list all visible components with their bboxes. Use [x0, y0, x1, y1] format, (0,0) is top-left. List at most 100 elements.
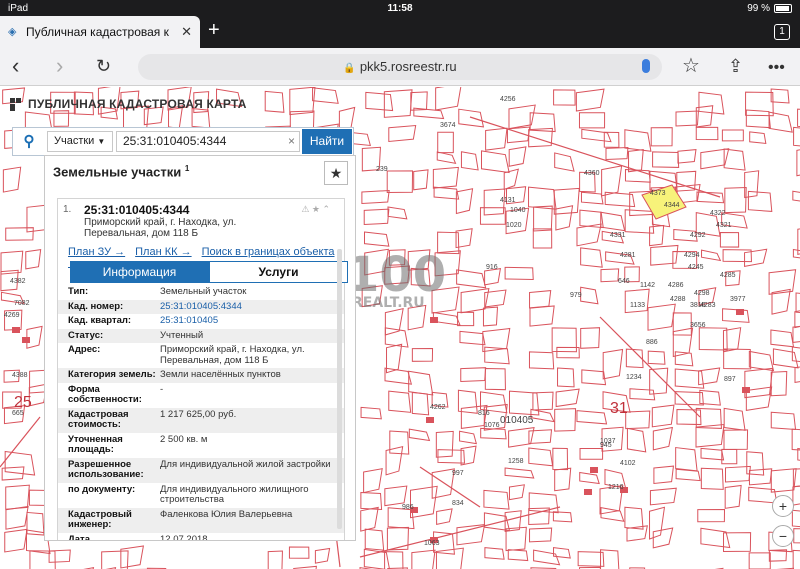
parcel-shape — [386, 170, 414, 194]
parcel-shape — [576, 410, 608, 425]
parcel-shape — [508, 484, 525, 501]
parcel-shape — [507, 549, 529, 562]
info-value: Для индивидуальной жилой застройки — [160, 458, 331, 470]
microphone-icon[interactable] — [642, 59, 650, 73]
parcel-shape — [600, 506, 625, 522]
parcel-shape — [384, 485, 408, 507]
parcel-shape — [624, 129, 652, 152]
panel-title: Земельные участки 1 — [53, 164, 189, 179]
parcel-shape — [792, 549, 800, 569]
parcel-shape — [483, 512, 511, 532]
parcel-shape — [408, 428, 431, 442]
parcel-shape — [672, 312, 692, 336]
info-value: Приморский край, г. Находка, ул. Перевал… — [160, 344, 305, 366]
parcel-shape — [388, 390, 412, 413]
battery-icon — [774, 3, 792, 13]
more-icon[interactable]: ••• — [768, 56, 785, 80]
parcel-card: 1. 25:31:010405:4344 Приморский край, г.… — [57, 198, 348, 540]
map-label: 4360 — [584, 170, 600, 177]
forward-icon[interactable]: › — [56, 54, 63, 78]
parcel-shape — [456, 269, 487, 289]
parcel-shape — [484, 547, 505, 560]
panel-title-sup: 1 — [184, 164, 190, 173]
parcel-shape — [722, 249, 752, 263]
find-button[interactable]: Найти — [302, 129, 352, 154]
card-cadastral-number: 25:31:010405:4344 — [84, 203, 190, 217]
link-plan-kk[interactable]: План КК → — [135, 246, 191, 258]
parcel-shape — [385, 446, 404, 476]
parcel-shape — [459, 330, 486, 346]
url-text: pkk5.rosreestr.ru — [359, 59, 457, 74]
parcel-shape — [581, 369, 607, 386]
map-label: 816 — [478, 410, 490, 417]
parcel-shape — [433, 186, 460, 200]
parcel-shape — [580, 327, 601, 349]
map-label: 1063 — [424, 540, 440, 547]
parcel-shape — [579, 209, 604, 229]
parcel-shape — [460, 151, 479, 171]
map-label: 4331 — [610, 232, 626, 239]
parcel-shape — [533, 205, 553, 232]
zoom-out-button[interactable]: − — [772, 525, 794, 547]
parcel-shape — [701, 249, 722, 262]
parcel-shape — [551, 327, 577, 353]
scrollbar[interactable] — [337, 249, 342, 529]
parcel-shape — [580, 191, 604, 205]
reload-icon[interactable]: ↻ — [96, 54, 111, 78]
parcel-shape — [389, 430, 410, 455]
panel-title-text: Земельные участки — [53, 164, 182, 180]
search-input[interactable]: 25:31:010405:4344 × — [116, 131, 300, 152]
parcel-mark — [22, 337, 30, 343]
parcel-shape — [744, 367, 774, 399]
parcel-shape — [435, 87, 462, 111]
search-icon[interactable]: ⚲ — [13, 128, 45, 155]
parcel-shape — [485, 127, 508, 151]
info-key: Кад. квартал: — [68, 315, 132, 326]
parcel-shape — [387, 206, 408, 220]
new-tab-button[interactable]: + — [208, 19, 220, 42]
map-label: 1234 — [626, 374, 642, 381]
app-title: ПУБЛИЧНАЯ КАДАСТРОВАЯ КАРТА — [28, 97, 247, 111]
favorite-star-button[interactable]: ★ — [324, 161, 348, 185]
parcel-shape — [411, 549, 436, 569]
clear-icon[interactable]: × — [288, 132, 295, 151]
share-icon[interactable]: ⇪ — [728, 54, 743, 78]
map-label: 986 — [402, 504, 414, 511]
map-label: 979 — [570, 292, 582, 299]
tab-count-button[interactable]: 1 — [774, 24, 790, 40]
info-value[interactable]: 25:31:010405:4344 — [160, 301, 340, 313]
parcel-shape — [289, 87, 316, 116]
close-tab-icon[interactable]: ✕ — [181, 24, 192, 40]
zoom-in-button[interactable]: + — [772, 495, 794, 517]
bookmark-star-icon[interactable]: ☆ — [682, 54, 700, 78]
parcel-shape — [745, 386, 773, 411]
info-value[interactable]: 25:31:010405 — [160, 315, 340, 327]
parcel-shape — [723, 407, 746, 431]
address-bar[interactable]: 🔒 pkk5.rosreestr.ru — [138, 54, 662, 80]
parcel-shape — [484, 367, 506, 391]
parcel-shape — [553, 187, 580, 215]
card-action-icons[interactable]: ⚠ ★ ⌃ — [301, 204, 330, 215]
parcel-shape — [460, 367, 487, 382]
parcel-shape — [579, 448, 604, 460]
map-label: 665 — [12, 410, 24, 417]
tab-information[interactable]: Информация — [70, 261, 209, 283]
info-key: Кадастровый инженер: — [68, 508, 132, 530]
parcel-shape — [431, 468, 455, 499]
info-value: Учтенный — [160, 329, 204, 341]
map-label: 1216 — [608, 484, 624, 491]
parcel-shape — [700, 527, 731, 549]
parcel-shape — [508, 146, 527, 167]
back-icon[interactable]: ‹ — [12, 54, 19, 78]
info-value: 2 500 кв. м — [160, 433, 208, 445]
search-type-select[interactable]: Участки ▼ — [47, 131, 113, 152]
parcel-shape — [580, 286, 599, 305]
parcel-shape — [388, 124, 417, 143]
parcel-shape — [264, 90, 285, 113]
parcel-shape — [600, 268, 620, 283]
map-label: 646 — [618, 278, 630, 285]
map-label: 4285 — [720, 272, 736, 279]
browser-tab[interactable]: ◈ Публичная кадастровая к ✕ — [0, 16, 200, 48]
parcel-shape — [529, 305, 555, 327]
tab-services[interactable]: Услуги — [209, 261, 348, 283]
